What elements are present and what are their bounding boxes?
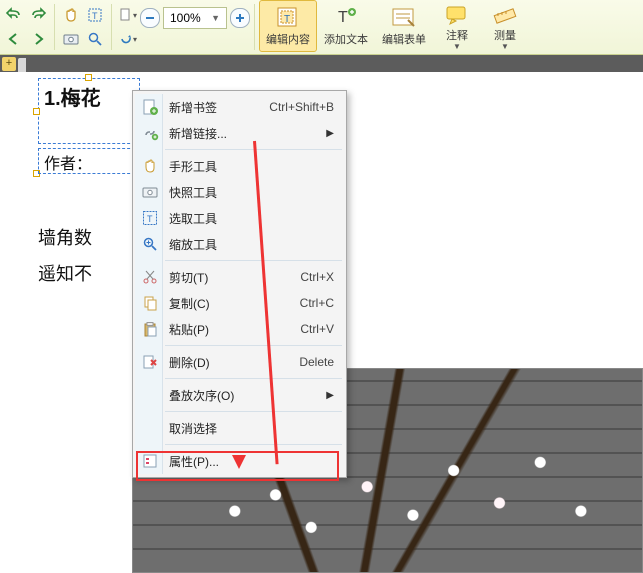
redo-button[interactable] [26,4,50,26]
hand-icon [141,157,159,175]
zoom-icon [141,235,159,253]
zoom-in-button[interactable] [230,8,250,28]
edit-form-label: 编辑表单 [382,31,426,47]
menu-label: 属性(P)... [169,453,219,470]
menu-label: 叠放次序(O) [169,387,234,404]
add-tab-button[interactable]: + [2,57,16,71]
menu-add-bookmark[interactable]: 新增书签 Ctrl+Shift+B [135,94,344,120]
menu-label: 缩放工具 [169,236,217,253]
properties-icon [141,452,159,470]
menu-copy[interactable]: 复制(C) Ctrl+C [135,290,344,316]
rotate-view-dropdown[interactable]: ▾ [116,28,140,50]
edit-form-button[interactable]: 编辑表单 [375,0,433,52]
menu-label: 复制(C) [169,295,210,312]
doc-line-2: 遥知不 [38,260,92,286]
tab-strip: + [0,55,643,72]
svg-text:T: T [338,9,348,26]
menu-paste[interactable]: 粘贴(P) Ctrl+V [135,316,344,342]
add-text-button[interactable]: T 添加文本 [317,0,375,52]
menu-label: 删除(D) [169,354,210,371]
menu-label: 新增链接... [169,125,227,142]
menu-label: 快照工具 [169,184,217,201]
annotate-label: 注释 [446,27,468,43]
resize-handle[interactable] [85,74,92,81]
camera-icon [141,183,159,201]
fit-page-dropdown[interactable]: ▾ [116,4,140,26]
edit-content-button[interactable]: T 编辑内容 [259,0,317,52]
svg-text:T: T [92,11,98,21]
menu-z-order[interactable]: 叠放次序(O) ▶ [135,382,344,408]
doc-line-1: 墙角数 [38,224,92,250]
menu-shortcut: Ctrl+V [300,322,334,336]
submenu-arrow-icon: ▶ [326,128,334,139]
menu-hand-tool[interactable]: 手形工具 [135,153,344,179]
zoom-level-select[interactable]: 100% ▼ [163,7,227,29]
snapshot-tool-button[interactable] [59,28,83,50]
measure-button[interactable]: 测量 ▼ [481,0,529,52]
previous-view-button[interactable] [2,28,26,50]
svg-text:T: T [147,214,153,224]
chevron-down-icon: ▼ [501,42,509,51]
paste-icon [141,320,159,338]
chevron-down-icon: ▼ [211,13,220,23]
menu-shortcut: Ctrl+C [300,296,334,310]
menu-deselect[interactable]: 取消选择 [135,415,344,441]
zoom-tool-button[interactable] [83,28,107,50]
menu-label: 手形工具 [169,158,217,175]
select-tool-button[interactable]: T [83,4,107,26]
delete-icon [141,353,159,371]
edit-content-icon: T [274,4,302,30]
link-add-icon [141,124,159,142]
menu-label: 选取工具 [169,210,217,227]
menu-shortcut: Ctrl+Shift+B [269,100,334,114]
menu-add-link[interactable]: 新增链接... ▶ [135,120,344,146]
svg-text:▾: ▾ [133,11,137,20]
annotate-icon [443,4,471,26]
menu-cut[interactable]: 剪切(T) Ctrl+X [135,264,344,290]
next-view-button[interactable] [26,28,50,50]
cut-icon [141,268,159,286]
menu-label: 粘贴(P) [169,321,209,338]
menu-delete[interactable]: 删除(D) Delete [135,349,344,375]
copy-icon [141,294,159,312]
chevron-down-icon: ▼ [453,42,461,51]
hand-tool-button[interactable] [59,4,83,26]
measure-label: 测量 [494,27,516,43]
menu-label: 新增书签 [169,99,217,116]
select-text-icon: T [141,209,159,227]
edit-content-label: 编辑内容 [266,31,310,47]
menu-snapshot-tool[interactable]: 快照工具 [135,179,344,205]
svg-text:▾: ▾ [133,35,137,44]
menu-properties[interactable]: 属性(P)... [135,448,344,474]
svg-text:T: T [284,14,290,25]
add-text-icon: T [332,4,360,30]
menu-select-tool[interactable]: T 选取工具 [135,205,344,231]
measure-icon [491,4,519,26]
doc-title: 1.梅花 [44,82,101,111]
menu-label: 剪切(T) [169,269,208,286]
undo-button[interactable] [2,4,26,26]
submenu-arrow-icon: ▶ [326,390,334,401]
menu-shortcut: Ctrl+X [300,270,334,284]
document-tab[interactable] [18,58,26,72]
menu-shortcut: Delete [299,355,334,369]
context-menu: 新增书签 Ctrl+Shift+B 新增链接... ▶ 手形工具 快照工具 T … [132,90,347,478]
annotate-button[interactable]: 注释 ▼ [433,0,481,52]
ribbon-toolbar: T ▾ ▾ 100% ▼ [0,0,643,55]
doc-author: 作者： [44,150,92,174]
zoom-level-value: 100% [170,11,201,25]
edit-form-icon [390,4,418,30]
menu-zoom-tool[interactable]: 缩放工具 [135,231,344,257]
add-text-label: 添加文本 [324,31,368,47]
bookmark-add-icon [141,98,159,116]
zoom-out-button[interactable] [140,8,160,28]
resize-handle[interactable] [33,108,40,115]
menu-label: 取消选择 [169,420,217,437]
